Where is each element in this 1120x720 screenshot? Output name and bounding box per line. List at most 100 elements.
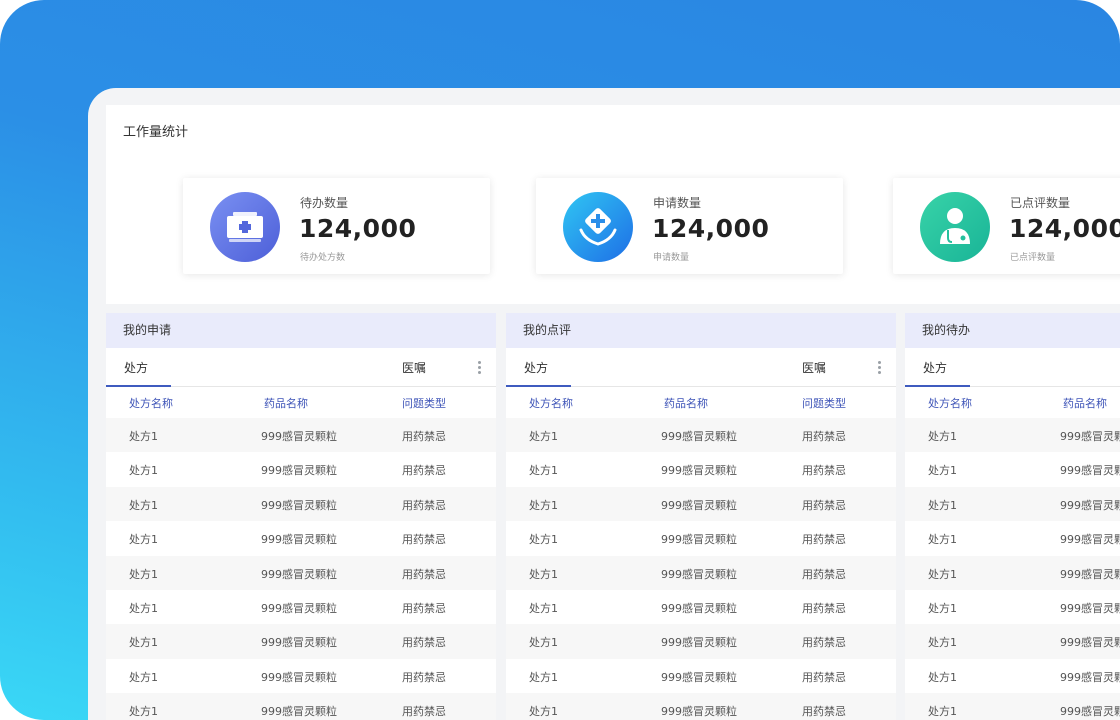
- cell: 处方1: [129, 601, 158, 615]
- stat-card-pending[interactable]: 待办数量 124,000 待办处方数: [183, 178, 490, 274]
- cell: 用药禁忌: [402, 533, 446, 547]
- column-header[interactable]: 问题类型: [802, 395, 846, 411]
- medical-kit-icon: [210, 192, 280, 262]
- cell: 用药禁忌: [402, 670, 446, 684]
- table-row[interactable]: 处方1 999感冒灵颗粒: [905, 624, 1120, 659]
- table-row[interactable]: 处方1 999感冒灵颗粒 用药禁忌: [106, 659, 496, 693]
- cell: 用药禁忌: [802, 533, 846, 547]
- table-row[interactable]: 处方1 999感冒灵颗粒 用药禁忌: [106, 486, 496, 522]
- cell: 999感冒灵颗粒: [261, 601, 337, 615]
- stat-label: 待办数量: [300, 196, 349, 210]
- tab-prescription[interactable]: 处方: [124, 359, 148, 376]
- cell: 处方1: [928, 567, 957, 581]
- table-row[interactable]: 处方1 999感冒灵颗粒: [905, 659, 1120, 693]
- cell: 用药禁忌: [402, 498, 446, 512]
- table-body: 处方1 999感冒灵颗粒 处方1 999感冒灵颗粒 处方1 999感冒灵颗粒 处方1 9…: [905, 418, 1120, 720]
- table-body: 处方1 999感冒灵颗粒 用药禁忌 处方1 999感冒灵颗粒 用药禁忌 处方1 999感冒…: [106, 418, 496, 720]
- table-row[interactable]: 处方1 999感冒灵颗粒 用药禁忌: [106, 418, 496, 453]
- cell: 999感冒灵颗粒: [661, 430, 737, 443]
- column-header[interactable]: 处方名称: [529, 395, 573, 411]
- table-row[interactable]: 处方1 999感冒灵颗粒 用药禁忌: [106, 693, 496, 720]
- stats-title: 工作量统计: [123, 125, 189, 140]
- more-icon[interactable]: [878, 361, 882, 374]
- tab-orders[interactable]: 医嘱: [402, 359, 426, 376]
- cell: 处方1: [129, 567, 158, 581]
- table-row[interactable]: 处方1 999感冒灵颗粒 用药禁忌: [506, 659, 896, 693]
- column-header[interactable]: 药品名称: [664, 395, 708, 411]
- cell: 用药禁忌: [802, 636, 846, 650]
- cell: 用药禁忌: [802, 601, 846, 615]
- workload-stats-card: 工作量统计 待办数量 124,000 待办处方数 申请数量 124,000 申请…: [106, 105, 1120, 304]
- tab-orders[interactable]: 医嘱: [802, 359, 826, 376]
- doctor-icon: [920, 192, 990, 262]
- cell: 999感冒灵颗粒: [1060, 464, 1120, 478]
- cell: 处方1: [129, 498, 158, 512]
- cell: 用药禁忌: [802, 670, 846, 684]
- cell: 用药禁忌: [402, 636, 446, 650]
- table-row[interactable]: 处方1 999感冒灵颗粒 用药禁忌: [506, 418, 896, 453]
- table-row[interactable]: 处方1 999感冒灵颗粒: [905, 452, 1120, 486]
- cell: 999感冒灵颗粒: [261, 670, 337, 684]
- cell: 处方1: [529, 601, 558, 615]
- cell: 用药禁忌: [802, 567, 846, 581]
- stat-card-applications[interactable]: 申请数量 124,000 申请数量: [536, 178, 843, 274]
- table-row[interactable]: 处方1 999感冒灵颗粒 用药禁忌: [106, 624, 496, 659]
- cell: 999感冒灵颗粒: [1060, 705, 1120, 719]
- panel-tabs: 处方 医嘱: [106, 348, 496, 387]
- cell: 处方1: [129, 705, 158, 719]
- column-header[interactable]: 处方名称: [129, 395, 173, 411]
- cell: 999感冒灵颗粒: [661, 567, 737, 581]
- column-header[interactable]: 药品名称: [264, 395, 308, 411]
- table-row[interactable]: 处方1 999感冒灵颗粒: [905, 555, 1120, 590]
- tab-prescription[interactable]: 处方: [524, 359, 548, 376]
- table-row[interactable]: 处方1 999感冒灵颗粒 用药禁忌: [506, 624, 896, 659]
- cell: 用药禁忌: [802, 430, 846, 443]
- table-row[interactable]: 处方1 999感冒灵颗粒 用药禁忌: [506, 452, 896, 486]
- table-row[interactable]: 处方1 999感冒灵颗粒 用药禁忌: [506, 590, 896, 624]
- table-row[interactable]: 处方1 999感冒灵颗粒 用药禁忌: [106, 555, 496, 590]
- cell: 处方1: [928, 430, 957, 443]
- table-row[interactable]: 处方1 999感冒灵颗粒: [905, 418, 1120, 453]
- cell: 999感冒灵颗粒: [1060, 601, 1120, 615]
- table-row[interactable]: 处方1 999感冒灵颗粒 用药禁忌: [506, 521, 896, 555]
- cell: 999感冒灵颗粒: [1060, 636, 1120, 650]
- cell: 999感冒灵颗粒: [1060, 430, 1120, 443]
- table-row[interactable]: 处方1 999感冒灵颗粒: [905, 486, 1120, 522]
- tab-prescription[interactable]: 处方: [923, 359, 947, 376]
- panel-tabs: 处方: [905, 348, 1120, 387]
- cell: 处方1: [529, 464, 558, 478]
- stat-label: 申请数量: [653, 196, 702, 210]
- column-header[interactable]: 处方名称: [928, 395, 972, 411]
- cell: 999感冒灵颗粒: [1060, 567, 1120, 581]
- cell: 用药禁忌: [802, 705, 846, 719]
- cell: 处方1: [928, 705, 957, 719]
- table-row[interactable]: 处方1 999感冒灵颗粒 用药禁忌: [106, 452, 496, 486]
- cell: 用药禁忌: [402, 601, 446, 615]
- cell: 用药禁忌: [802, 498, 846, 512]
- stat-sub: 待办处方数: [300, 253, 346, 263]
- cell: 处方1: [928, 464, 957, 478]
- cell: 999感冒灵颗粒: [261, 636, 337, 650]
- panel-tabs: 处方 医嘱: [506, 348, 896, 387]
- cell: 处方1: [129, 670, 158, 684]
- table-row[interactable]: 处方1 999感冒灵颗粒 用药禁忌: [506, 555, 896, 590]
- stat-card-reviewed[interactable]: 已点评数量 124,000 已点评数量: [893, 178, 1120, 274]
- table-row[interactable]: 处方1 999感冒灵颗粒: [905, 590, 1120, 624]
- column-header[interactable]: 问题类型: [402, 395, 446, 411]
- table-row[interactable]: 处方1 999感冒灵颗粒 用药禁忌: [506, 693, 896, 720]
- table-row[interactable]: 处方1 999感冒灵颗粒 用药禁忌: [106, 590, 496, 624]
- more-icon[interactable]: [478, 361, 482, 374]
- stat-sub: 已点评数量: [1010, 253, 1056, 263]
- cell: 处方1: [529, 430, 558, 443]
- cell: 999感冒灵颗粒: [261, 533, 337, 547]
- table-row[interactable]: 处方1 999感冒灵颗粒 用药禁忌: [506, 486, 896, 522]
- table-row[interactable]: 处方1 999感冒灵颗粒: [905, 693, 1120, 720]
- cell: 用药禁忌: [802, 464, 846, 478]
- table-row[interactable]: 处方1 999感冒灵颗粒 用药禁忌: [106, 521, 496, 555]
- column-header[interactable]: 药品名称: [1063, 395, 1107, 411]
- stat-label: 已点评数量: [1010, 196, 1071, 210]
- cell: 999感冒灵颗粒: [261, 567, 337, 581]
- table-row[interactable]: 处方1 999感冒灵颗粒: [905, 521, 1120, 555]
- cell: 999感冒灵颗粒: [661, 464, 737, 478]
- cell: 处方1: [928, 636, 957, 650]
